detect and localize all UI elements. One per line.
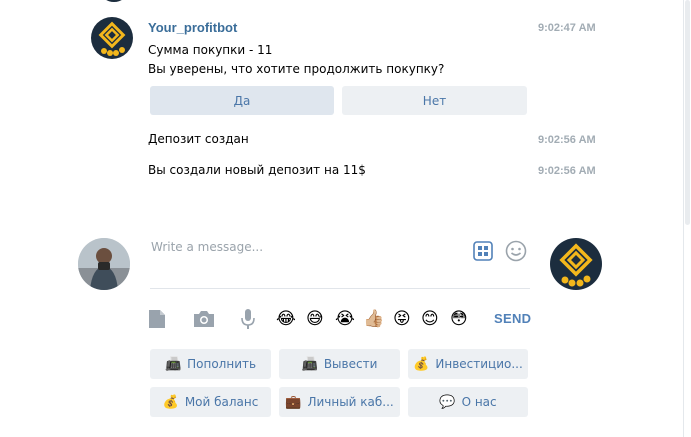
keyboard-button-label: Мой баланс xyxy=(184,395,259,409)
inline-button-no[interactable]: Нет xyxy=(342,86,527,115)
keyboard-button-investments[interactable]: 💰 Инвестицио... xyxy=(408,349,528,379)
keyboard-button-deposit[interactable]: 📠 Пополнить xyxy=(150,349,271,379)
message-text: Депозит создан xyxy=(148,132,249,146)
keyboard-button-label: Личный каб... xyxy=(307,395,394,409)
bot-logo-icon xyxy=(559,243,593,287)
document-icon[interactable] xyxy=(148,309,166,333)
fax-icon: 📠 xyxy=(164,356,182,372)
speech-bubble-icon: 💬 xyxy=(439,394,456,410)
smile-icon[interactable] xyxy=(505,240,527,266)
message-time[interactable]: 9:02:56 AM xyxy=(538,165,596,177)
keyboard-button-label: Вывести xyxy=(323,357,378,371)
message-time[interactable]: 9:02:47 AM xyxy=(538,22,596,34)
keyboard-button-about[interactable]: 💬 О нас xyxy=(408,387,528,417)
emoji-tears-of-joy-icon[interactable]: 😂 xyxy=(276,309,296,329)
scrollbar-thumb[interactable] xyxy=(685,0,690,225)
bot-avatar-composer[interactable] xyxy=(550,238,602,290)
bot-avatar[interactable] xyxy=(91,17,133,59)
money-bag-icon: 💰 xyxy=(413,356,430,372)
keyboard-button-withdraw[interactable]: 📠 Вывести xyxy=(279,349,400,379)
emoji-tongue-icon[interactable]: 😝 xyxy=(393,309,411,329)
keyboard-button-label: Инвестицио... xyxy=(435,357,523,371)
keyboard-button-label: Пополнить xyxy=(187,357,257,371)
keyboard-button-balance[interactable]: 💰 Мой баланс xyxy=(150,387,271,417)
input-divider xyxy=(150,288,530,289)
message-text: Вы создали новый депозит на 11$ xyxy=(148,163,366,177)
user-photo-icon xyxy=(78,238,130,290)
message-sender-name[interactable]: Your_profitbot xyxy=(148,20,237,35)
money-bag-icon: 💰 xyxy=(162,394,179,410)
bot-logo-icon xyxy=(98,21,126,56)
fax-icon: 📠 xyxy=(301,356,318,372)
message-time[interactable]: 9:02:56 AM xyxy=(538,134,596,146)
previous-avatar-edge xyxy=(101,0,127,2)
emoji-crying-icon[interactable]: 😭 xyxy=(335,309,355,329)
briefcase-icon: 💼 xyxy=(285,394,302,410)
emoji-flushed-icon[interactable]: 😳 xyxy=(450,309,468,329)
keyboard-button-account[interactable]: 💼 Личный каб... xyxy=(279,387,400,417)
emoji-blush-icon[interactable]: 😊 xyxy=(421,309,439,329)
emoji-thumbs-up-icon[interactable]: 👍🏼 xyxy=(363,309,384,329)
microphone-icon[interactable] xyxy=(241,308,255,334)
scrollbar[interactable] xyxy=(683,0,691,437)
message-text-line: Сумма покупки - 11 xyxy=(148,43,273,57)
keyboard-button-label: О нас xyxy=(461,395,497,409)
keyboard-toggle-icon[interactable] xyxy=(473,241,493,265)
user-avatar[interactable] xyxy=(78,238,130,290)
message-text-line: Вы уверены, что хотите продолжить покупк… xyxy=(148,62,445,76)
send-button[interactable]: SEND xyxy=(494,311,531,326)
camera-icon[interactable] xyxy=(193,310,215,332)
inline-button-yes[interactable]: Да xyxy=(150,86,334,115)
emoji-sweat-smile-icon[interactable]: 😅 xyxy=(306,309,324,329)
message-input[interactable]: Write a message... xyxy=(151,240,263,254)
